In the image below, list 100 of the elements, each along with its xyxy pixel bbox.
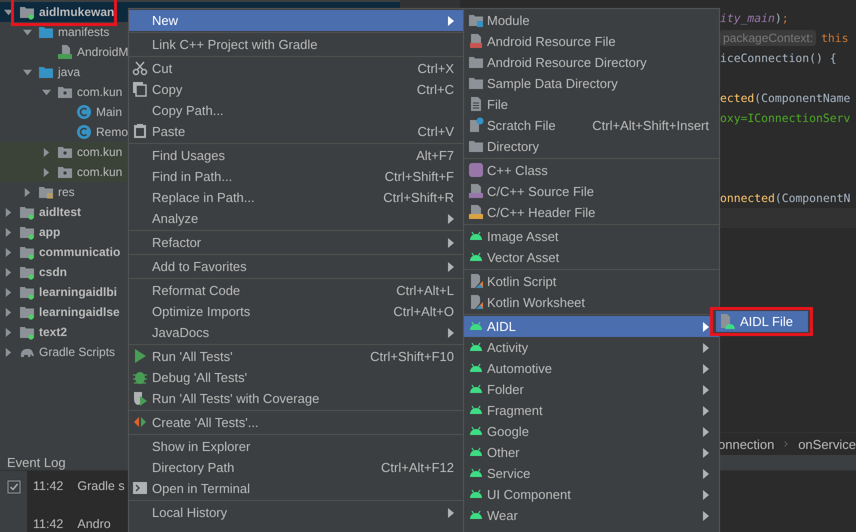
menu-item[interactable]: Open in Terminal [129,478,464,499]
tree-item-label[interactable]: manifests [58,25,110,39]
menu-item[interactable]: Cut Ctrl+X [129,58,464,79]
menu-item[interactable]: Paste Ctrl+V [129,121,464,142]
caret-right-icon[interactable] [42,148,51,156]
tree-item-label[interactable]: csdn [39,265,68,279]
menu-item[interactable]: Service [464,463,719,484]
menu-item[interactable]: Directory Path Ctrl+Alt+F12 [129,457,464,478]
tree-item-label[interactable]: res [58,185,75,199]
breadcrumb[interactable]: onnection [718,436,774,452]
caret-right-icon[interactable] [4,308,13,316]
caret-down-icon[interactable] [42,88,51,96]
caret-down-icon[interactable] [23,28,32,36]
menu-item[interactable]: Find Usages Alt+F7 [129,145,464,166]
code-text: iceConnection() { [720,51,837,65]
menu-item[interactable]: Debug 'All Tests' [129,367,464,388]
caret-right-icon[interactable] [4,288,13,296]
play-icon [132,348,148,364]
menu-item[interactable]: Automotive [464,358,719,379]
menu-item[interactable]: Copy Path... [129,100,464,121]
menu-item[interactable]: Kotlin Worksheet [464,292,719,313]
menu-item[interactable]: Scratch File Ctrl+Alt+Shift+Insert [464,115,719,136]
caret-right-icon[interactable] [4,348,13,356]
tree-item-label[interactable]: com.kun [77,85,122,99]
tree-item-label[interactable]: aidltest [39,205,82,219]
menu-item[interactable]: Analyze [129,208,464,229]
menu-item[interactable]: Android Resource File [464,31,719,52]
caret-right-icon[interactable] [42,168,51,176]
tree-item-label[interactable]: communicatio [39,245,120,259]
caret-right-icon[interactable] [4,228,13,236]
tree-item-label[interactable]: com.kun [77,165,122,179]
caret-down-icon[interactable] [4,8,13,16]
menu-item[interactable]: Vector Asset [464,247,719,268]
menu-item[interactable]: Find in Path... Ctrl+Shift+F [129,166,464,187]
menu-item[interactable]: Optimize Imports Ctrl+Alt+O [129,301,464,322]
menu-item[interactable]: Copy Ctrl+C [129,79,464,100]
menu-item[interactable]: Folder [464,379,719,400]
shortcut-label: Ctrl+Alt+F12 [381,460,454,475]
tree-item-label[interactable]: AndroidM [77,45,128,59]
menu-item[interactable]: Show in Explorer [129,436,464,457]
code-text: ity_main [720,11,775,25]
tree-item-label[interactable]: text2 [39,325,68,339]
tree-item-label[interactable]: learningaidlse [39,305,120,319]
menu-item[interactable]: Sample Data Directory [464,73,719,94]
menu-item[interactable]: UI Component [464,484,719,505]
caret-right-icon[interactable] [23,188,32,196]
menu-item[interactable]: Directory [464,136,719,157]
caret-down-icon[interactable] [23,68,32,76]
folder-icon [468,12,484,28]
menu-item[interactable]: Image Asset [464,226,719,247]
caret-right-icon[interactable] [4,268,13,276]
menu-item[interactable]: AIDL [464,316,719,337]
menu-item[interactable]: Reformat Code Ctrl+Alt+L [129,280,464,301]
tree-item-label[interactable]: java [58,65,80,79]
menu-item[interactable]: AIDL File [716,311,808,332]
panel-title[interactable]: Event Log [7,455,66,470]
code-text: oxy=IConnectionServ [720,111,850,125]
check-icon[interactable] [6,480,20,494]
menu-item[interactable]: C/C++ Source File [464,181,719,202]
menu-item[interactable]: Run 'All Tests' with Coverage [129,388,464,409]
file-icon [719,313,735,329]
menu-item[interactable]: C++ Class [464,160,719,181]
folder-icon [468,75,484,91]
menu-item[interactable]: Add to Favorites [129,256,464,277]
menu-item[interactable]: Refactor [129,232,464,253]
tree-item-label[interactable]: app [39,225,60,239]
menu-item[interactable]: Fragment [464,400,719,421]
menu-item[interactable]: Create 'All Tests'... [129,412,464,433]
menu-item[interactable]: Other [464,442,719,463]
menu-item[interactable]: Activity [464,337,719,358]
class-icon [468,162,484,178]
menu-item[interactable]: Wear [464,505,719,526]
menu-item[interactable]: Module [464,10,719,31]
menu-item[interactable]: Run 'All Tests' Ctrl+Shift+F10 [129,346,464,367]
menu-item[interactable]: C/C++ Header File [464,202,719,223]
menu-item[interactable]: New [129,10,464,31]
menu-item[interactable]: Google [464,421,719,442]
shortcut-label: Ctrl+Alt+L [396,283,454,298]
tree-item-label[interactable]: Gradle Scripts [39,345,116,359]
menu-item[interactable]: Replace in Path... Ctrl+Shift+R [129,187,464,208]
menu-item[interactable]: JavaDocs [129,322,464,343]
menu-item[interactable]: Local History [129,502,464,523]
breadcrumb[interactable]: onService [798,436,856,452]
clipboard-icon [132,123,148,139]
menu-item[interactable]: File [464,94,719,115]
tree-item-label[interactable]: aidlmukewan [39,5,114,19]
caret-right-icon[interactable] [4,248,13,256]
tree-item-label[interactable]: Remo [96,125,128,139]
file-icon [57,44,73,60]
menu-item[interactable]: Link C++ Project with Gradle [129,34,464,55]
menu-item[interactable]: Kotlin Script [464,271,719,292]
tree-item-label[interactable]: learningaidlbi [39,285,118,299]
caret-right-icon[interactable] [4,208,13,216]
file-icon [468,117,484,133]
folder-icon [19,224,35,240]
caret-right-icon[interactable] [4,328,13,336]
chevron-icon [784,439,788,449]
tree-item-label[interactable]: Main [96,105,122,119]
tree-item-label[interactable]: com.kun [77,145,122,159]
menu-item[interactable]: Android Resource Directory [464,52,719,73]
